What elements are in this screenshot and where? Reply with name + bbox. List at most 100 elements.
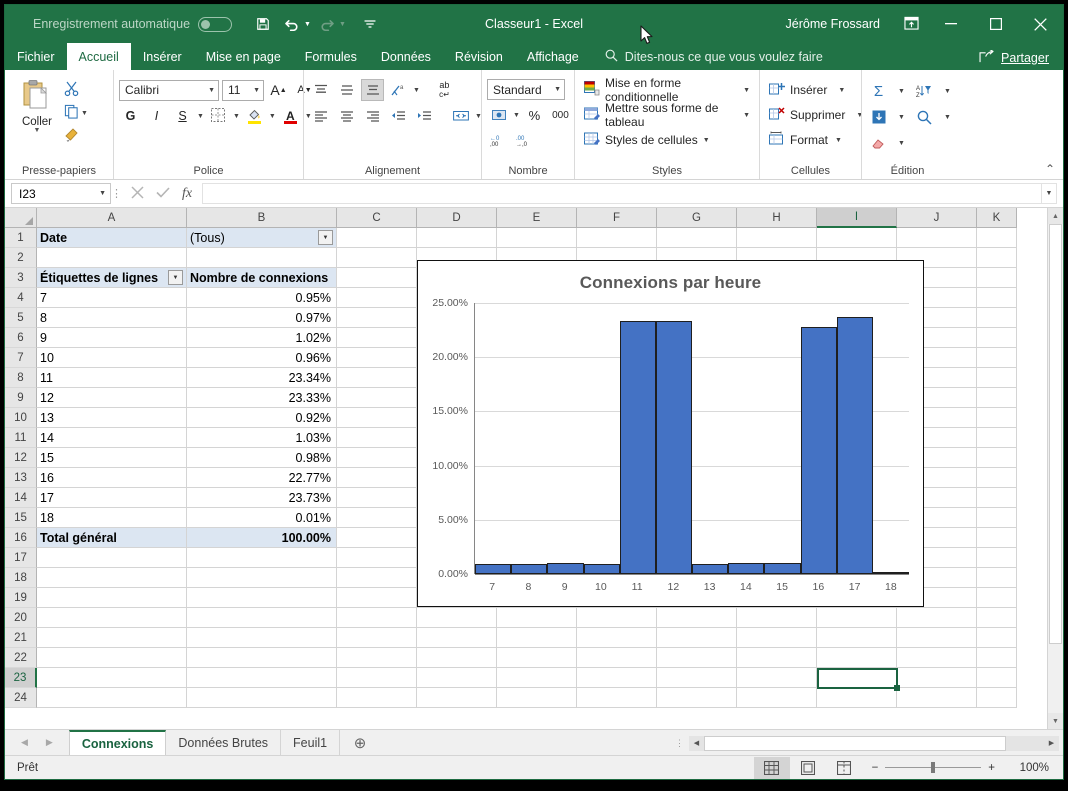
pivot-rowlabels-dropdown-icon[interactable]: ▼ bbox=[168, 270, 183, 285]
row-header[interactable]: 24 bbox=[5, 688, 37, 708]
cell-d21[interactable] bbox=[417, 628, 497, 648]
collapse-ribbon-chevron-icon[interactable]: ⌃ bbox=[1045, 162, 1055, 176]
cell-a19[interactable] bbox=[37, 588, 187, 608]
cell-c6[interactable] bbox=[337, 328, 417, 348]
cell-a2[interactable] bbox=[37, 248, 187, 268]
cell-d20[interactable] bbox=[417, 608, 497, 628]
maximize-icon[interactable] bbox=[973, 5, 1018, 43]
cell-k11[interactable] bbox=[977, 428, 1017, 448]
cell-k12[interactable] bbox=[977, 448, 1017, 468]
cell-g20[interactable] bbox=[657, 608, 737, 628]
cell-c19[interactable] bbox=[337, 588, 417, 608]
conditional-formatting-button[interactable]: Mise en forme conditionnelle ▼ bbox=[580, 76, 754, 104]
row-header[interactable]: 16 bbox=[5, 528, 37, 548]
cell-b21[interactable] bbox=[187, 628, 337, 648]
row-header[interactable]: 5 bbox=[5, 308, 37, 328]
underline-dropdown-icon[interactable]: ▼ bbox=[197, 113, 204, 120]
cell-c18[interactable] bbox=[337, 568, 417, 588]
cell-k23[interactable] bbox=[977, 668, 1017, 688]
scroll-up-icon[interactable]: ▲ bbox=[1048, 208, 1063, 224]
next-sheet-icon[interactable]: ▶ bbox=[46, 737, 53, 748]
cell-k1[interactable] bbox=[977, 228, 1017, 248]
cut-button[interactable] bbox=[64, 80, 88, 100]
cancel-x-icon[interactable] bbox=[131, 185, 144, 202]
cell-h20[interactable] bbox=[737, 608, 817, 628]
cell-b16[interactable]: 100.00% bbox=[187, 528, 337, 548]
fill-color-button[interactable] bbox=[243, 105, 266, 127]
cell-c17[interactable] bbox=[337, 548, 417, 568]
chart-bar[interactable] bbox=[836, 316, 873, 574]
cell-j23[interactable] bbox=[897, 668, 977, 688]
cell-a22[interactable] bbox=[37, 648, 187, 668]
row-header[interactable]: 23 bbox=[5, 668, 37, 688]
zoom-in-button[interactable]: + bbox=[988, 762, 995, 774]
cell-e1[interactable] bbox=[497, 228, 577, 248]
row-header[interactable]: 19 bbox=[5, 588, 37, 608]
select-all-corner[interactable] bbox=[5, 208, 37, 228]
formula-input[interactable] bbox=[202, 183, 1041, 204]
chart-bar[interactable] bbox=[728, 562, 765, 574]
zoom-handle[interactable] bbox=[931, 762, 936, 773]
row-header[interactable]: 10 bbox=[5, 408, 37, 428]
cell-a24[interactable] bbox=[37, 688, 187, 708]
cell-a21[interactable] bbox=[37, 628, 187, 648]
vertical-scroll-thumb[interactable] bbox=[1049, 224, 1062, 644]
column-header-g[interactable]: G bbox=[657, 208, 737, 228]
copy-dropdown-icon[interactable]: ▼ bbox=[81, 110, 88, 117]
cell-a15[interactable]: 18 bbox=[37, 508, 187, 528]
redo-icon[interactable] bbox=[314, 12, 340, 36]
cell-c9[interactable] bbox=[337, 388, 417, 408]
column-header-h[interactable]: H bbox=[737, 208, 817, 228]
cell-g21[interactable] bbox=[657, 628, 737, 648]
comma-style-button[interactable]: 000 bbox=[549, 104, 572, 126]
cell-f1[interactable] bbox=[577, 228, 657, 248]
row-header[interactable]: 20 bbox=[5, 608, 37, 628]
cell-c22[interactable] bbox=[337, 648, 417, 668]
bold-button[interactable]: G bbox=[119, 105, 142, 127]
chart-bar[interactable] bbox=[692, 564, 729, 574]
cell-e23[interactable] bbox=[497, 668, 577, 688]
cell-k6[interactable] bbox=[977, 328, 1017, 348]
cell-c21[interactable] bbox=[337, 628, 417, 648]
align-middle-icon[interactable] bbox=[335, 79, 358, 101]
cell-c10[interactable] bbox=[337, 408, 417, 428]
insert-cells-button[interactable]: Insérer ▼ bbox=[765, 78, 867, 102]
borders-dropdown-icon[interactable]: ▼ bbox=[233, 113, 240, 120]
name-box[interactable]: I23 ▼ bbox=[11, 183, 111, 204]
cell-d23[interactable] bbox=[417, 668, 497, 688]
cell-a6[interactable]: 9 bbox=[37, 328, 187, 348]
close-icon[interactable] bbox=[1018, 5, 1063, 43]
chart-bar[interactable] bbox=[547, 562, 584, 574]
cell-a5[interactable]: 8 bbox=[37, 308, 187, 328]
row-header[interactable]: 4 bbox=[5, 288, 37, 308]
format-cells-button[interactable]: Format ▼ bbox=[765, 128, 867, 152]
fill-handle[interactable] bbox=[894, 685, 900, 691]
row-header[interactable]: 17 bbox=[5, 548, 37, 568]
cell-f21[interactable] bbox=[577, 628, 657, 648]
tab-donnees[interactable]: Données bbox=[369, 43, 443, 70]
cell-f23[interactable] bbox=[577, 668, 657, 688]
cell-h24[interactable] bbox=[737, 688, 817, 708]
cell-c20[interactable] bbox=[337, 608, 417, 628]
horizontal-scroll-track[interactable] bbox=[1006, 736, 1044, 751]
cell-f20[interactable] bbox=[577, 608, 657, 628]
cell-a9[interactable]: 12 bbox=[37, 388, 187, 408]
row-header[interactable]: 14 bbox=[5, 488, 37, 508]
row-header[interactable]: 13 bbox=[5, 468, 37, 488]
row-header[interactable]: 3 bbox=[5, 268, 37, 288]
fill-dropdown-icon[interactable]: ▼ bbox=[898, 114, 905, 121]
cell-j20[interactable] bbox=[897, 608, 977, 628]
cell-k15[interactable] bbox=[977, 508, 1017, 528]
cell-k13[interactable] bbox=[977, 468, 1017, 488]
cell-j22[interactable] bbox=[897, 648, 977, 668]
clear-dropdown-icon[interactable]: ▼ bbox=[898, 140, 905, 147]
tab-inserer[interactable]: Insérer bbox=[131, 43, 194, 70]
undo-dropdown-icon[interactable]: ▼ bbox=[304, 21, 311, 28]
orientation-icon[interactable]: a bbox=[387, 79, 410, 101]
cell-a14[interactable]: 17 bbox=[37, 488, 187, 508]
cell-c16[interactable] bbox=[337, 528, 417, 548]
ribbon-display-options-icon[interactable] bbox=[894, 16, 928, 33]
expand-formula-bar-icon[interactable]: ▼ bbox=[1041, 183, 1057, 204]
cell-k9[interactable] bbox=[977, 388, 1017, 408]
scroll-left-icon[interactable]: ◀ bbox=[689, 735, 704, 751]
